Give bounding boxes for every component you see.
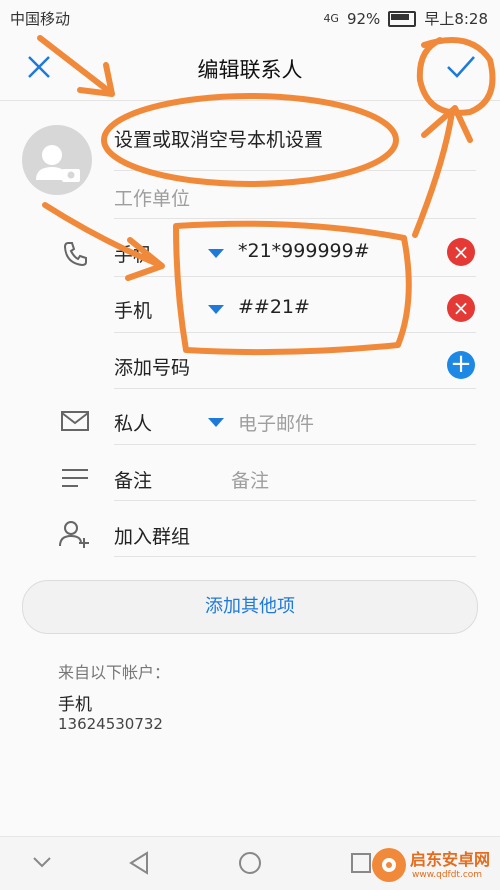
account-heading: 来自以下帐户： bbox=[58, 663, 171, 682]
account-type: 手机 bbox=[58, 695, 92, 715]
divider bbox=[114, 388, 476, 389]
battery-icon bbox=[388, 10, 417, 27]
company-field[interactable]: 工作单位 bbox=[114, 184, 190, 211]
back-icon[interactable] bbox=[128, 851, 150, 875]
add-group-label[interactable]: 加入群组 bbox=[114, 522, 190, 549]
divider bbox=[114, 500, 476, 501]
divider bbox=[114, 332, 476, 333]
phone-type-2[interactable]: 手机 bbox=[114, 296, 152, 323]
camera-icon bbox=[36, 145, 80, 182]
email-type-dropdown-icon[interactable] bbox=[208, 418, 224, 427]
account-number: 13624530732 bbox=[58, 715, 163, 733]
watermark-url: www.qdfdt.com bbox=[412, 870, 483, 880]
home-icon[interactable] bbox=[238, 851, 262, 875]
avatar[interactable] bbox=[22, 125, 92, 195]
remove-phone-2-button[interactable]: × bbox=[447, 294, 475, 322]
remove-phone-1-button[interactable]: × bbox=[447, 238, 475, 266]
battery-percent: 92% bbox=[346, 9, 381, 28]
divider bbox=[114, 444, 476, 445]
divider bbox=[114, 276, 476, 277]
phone-number-1[interactable]: *21*999999# bbox=[238, 240, 370, 262]
note-icon bbox=[62, 469, 88, 487]
page-title: 编辑联系人 bbox=[197, 58, 303, 82]
chevron-down-icon[interactable] bbox=[32, 855, 52, 869]
status-bar: 中国移动 4G 92% 早上8:28 bbox=[0, 0, 500, 34]
toolbar: 编辑联系人 bbox=[0, 34, 500, 101]
email-type[interactable]: 私人 bbox=[114, 409, 152, 436]
add-number-label[interactable]: 添加号码 bbox=[114, 353, 190, 380]
clock: 早上8:28 bbox=[424, 10, 488, 28]
phone-type-1[interactable]: 手机 bbox=[114, 240, 152, 267]
carrier-label: 中国移动 bbox=[10, 10, 71, 28]
check-icon[interactable] bbox=[446, 54, 476, 80]
divider bbox=[114, 556, 476, 557]
watermark-logo-icon bbox=[372, 848, 406, 882]
phone-icon bbox=[63, 242, 87, 267]
email-field[interactable]: 电子邮件 bbox=[238, 409, 314, 436]
add-number-button[interactable]: + bbox=[447, 351, 475, 379]
phone-type-dropdown-icon[interactable] bbox=[208, 249, 224, 258]
watermark-brand: 启东安卓网 bbox=[410, 850, 491, 869]
mail-icon bbox=[61, 411, 89, 431]
watermark: 启东安卓网 www.qdfdt.com bbox=[372, 842, 500, 889]
group-icon bbox=[59, 521, 89, 548]
phone-type-dropdown-icon[interactable] bbox=[208, 305, 224, 314]
divider bbox=[114, 218, 476, 219]
add-other-button[interactable]: 添加其他项 bbox=[22, 580, 478, 634]
annotation-arrow bbox=[412, 109, 455, 238]
note-field[interactable]: 备注 bbox=[231, 466, 269, 493]
phone-number-2[interactable]: ##21# bbox=[238, 296, 310, 318]
annotation-arrowhead bbox=[421, 105, 473, 143]
recents-icon[interactable] bbox=[350, 852, 372, 874]
status-right: 4G 92% 早上8:28 bbox=[323, 8, 488, 29]
note-label: 备注 bbox=[114, 470, 153, 492]
name-field[interactable]: 设置或取消空号本机设置 bbox=[114, 125, 323, 152]
divider bbox=[114, 170, 476, 171]
network-label: 4G bbox=[323, 12, 339, 25]
